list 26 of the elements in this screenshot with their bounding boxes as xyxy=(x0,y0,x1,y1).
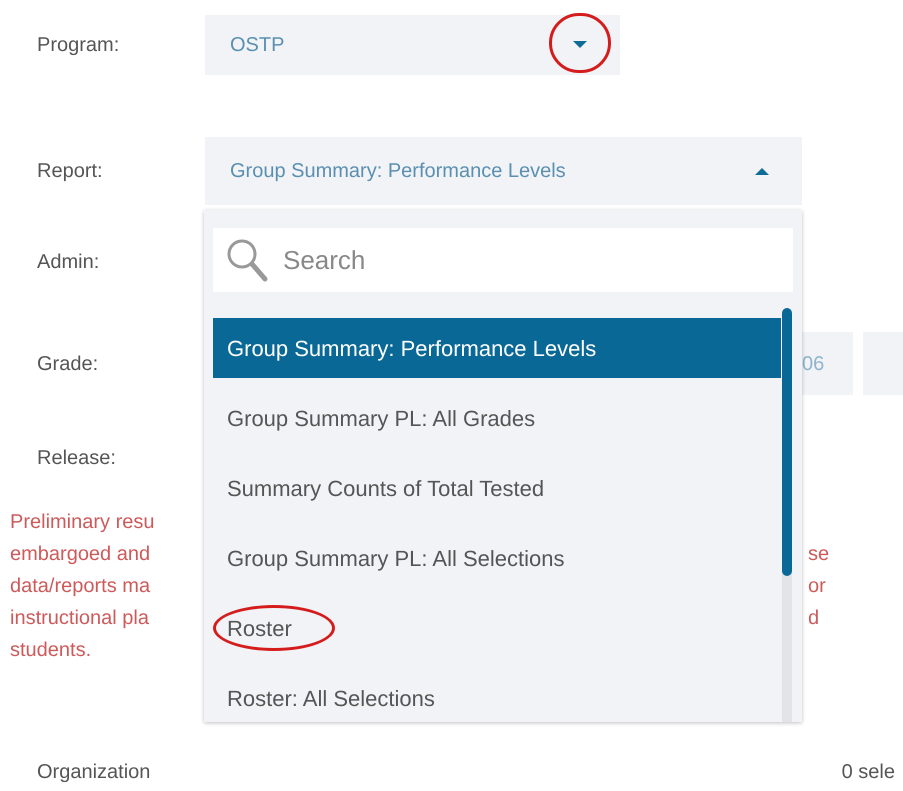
dropdown-option[interactable]: Roster xyxy=(213,598,781,658)
dropdown-option[interactable]: Group Summary PL: All Grades xyxy=(213,388,781,448)
dropdown-option[interactable]: Group Summary PL: All Selections xyxy=(213,528,781,588)
select-value: OSTP xyxy=(230,33,284,58)
warning-text: Preliminary resu xyxy=(10,510,154,535)
select-value: Group Summary: Performance Levels xyxy=(230,159,566,184)
warning-text: embargoed and xyxy=(10,542,150,567)
warning-text: d xyxy=(808,606,820,631)
field-label: Grade: xyxy=(37,352,100,376)
dropdown-option[interactable]: Summary Counts of Total Tested xyxy=(213,458,781,518)
selection-count: 0 sele xyxy=(842,760,895,785)
dropdown-option[interactable]: Group Summary: Performance Levels xyxy=(213,318,781,378)
field-label: Report: xyxy=(37,159,104,184)
dropdown-option[interactable]: Roster: All Selections xyxy=(213,668,781,722)
scrollbar-thumb[interactable] xyxy=(782,308,792,576)
warning-text: se xyxy=(808,542,830,567)
field-label: Release: xyxy=(37,446,117,471)
search-field[interactable]: Search xyxy=(213,228,793,292)
organization-label: Organization xyxy=(37,760,150,785)
warning-text: data/reports ma xyxy=(10,574,150,599)
warning-text: students. xyxy=(10,638,92,663)
field-label: Admin: xyxy=(37,250,100,275)
field-label: Program: xyxy=(37,33,120,58)
warning-text: instructional pla xyxy=(10,606,149,631)
search-icon xyxy=(225,237,269,283)
warning-text: or xyxy=(808,574,827,599)
